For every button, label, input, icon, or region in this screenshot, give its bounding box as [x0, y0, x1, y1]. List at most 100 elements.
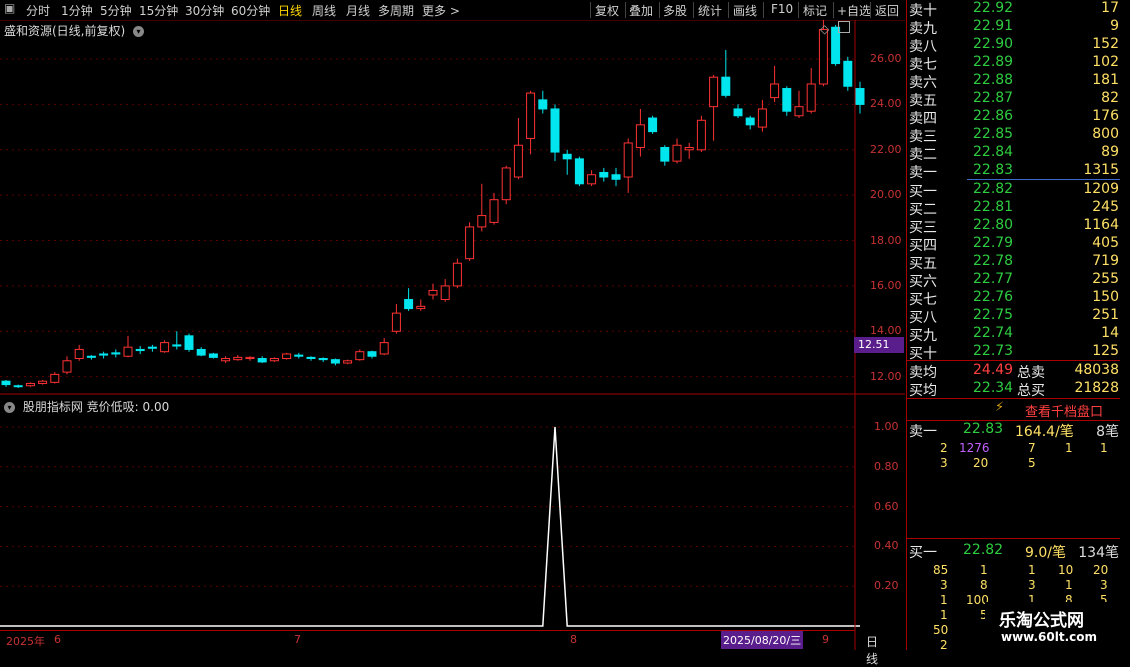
- candles-group: [1, 20, 865, 388]
- sell-level-4[interactable]: 卖七 22.89 102: [907, 54, 1121, 73]
- level-price: 22.83: [973, 162, 1014, 178]
- tool-button-7[interactable]: +自选: [837, 2, 871, 19]
- candle-body: [330, 359, 340, 364]
- buy-level-2[interactable]: 买二 22.81 245: [907, 199, 1121, 218]
- candle-body: [501, 167, 511, 201]
- date-label: 7: [294, 633, 301, 646]
- tool-button-2[interactable]: 多股: [663, 2, 687, 19]
- buy-level-6[interactable]: 买六 22.77 255: [907, 271, 1121, 290]
- indicator-tick-label: 0.60: [874, 499, 899, 513]
- sell-level-7[interactable]: 卖四 22.86 176: [907, 108, 1121, 127]
- sell-level-9[interactable]: 卖二 22.84 89: [907, 144, 1121, 163]
- candle-body: [196, 348, 206, 356]
- depth-link[interactable]: 查看千档盘口: [1025, 401, 1103, 420]
- candle-body: [599, 171, 609, 178]
- avg-buy-row: 买均 22.34 总买 21828: [909, 380, 1119, 399]
- candle-body: [757, 108, 767, 128]
- tool-button-3[interactable]: 统计: [698, 2, 722, 19]
- indicator-dropdown-icon[interactable]: ▾: [4, 402, 15, 413]
- period-tab-10[interactable]: 更多 >: [422, 2, 460, 19]
- candle-body: [50, 373, 60, 383]
- period-tab-5[interactable]: 60分钟: [231, 2, 270, 19]
- indicator-line: [0, 426, 860, 627]
- level-label: 卖十: [909, 3, 937, 19]
- candle-body: [770, 83, 780, 99]
- buy-level-7[interactable]: 买七 22.76 150: [907, 289, 1121, 308]
- period-tab-3[interactable]: 15分钟: [139, 2, 178, 19]
- candle-body: [696, 119, 706, 151]
- window-toggle-icon[interactable]: [838, 21, 850, 33]
- buy-level-1[interactable]: 买一 22.82 1209: [907, 181, 1121, 200]
- diamond-icon[interactable]: ◇: [820, 22, 829, 36]
- period-toolbar: ▣ 分时 1分钟 5分钟 15分钟 30分钟 60分钟 日线 周线 月线 多周期…: [0, 0, 905, 21]
- candle-body: [172, 344, 182, 347]
- queue-cell: 3: [1100, 578, 1108, 592]
- kline-chart[interactable]: [0, 20, 905, 650]
- level-label: 卖六: [909, 75, 937, 91]
- tool-button-5[interactable]: F10: [771, 2, 793, 16]
- queue-cell: 85: [933, 563, 949, 577]
- sell-level-1[interactable]: 卖十 22.92 17: [907, 0, 1121, 19]
- level-price: 22.78: [973, 253, 1014, 269]
- candle-body: [428, 289, 438, 296]
- tool-button-0[interactable]: 复权: [595, 2, 619, 19]
- period-tab-1[interactable]: 1分钟: [61, 2, 93, 19]
- current-price-tag: 12.51: [854, 337, 904, 353]
- period-tab-0[interactable]: 分时: [26, 2, 50, 19]
- side-info-strip: [1120, 0, 1130, 650]
- candle-body: [855, 88, 865, 105]
- period-tab-2[interactable]: 5分钟: [100, 2, 132, 19]
- candle-body: [538, 99, 548, 110]
- candle-body: [221, 358, 231, 362]
- period-tab-6[interactable]: 日线: [278, 2, 302, 19]
- tool-button-1[interactable]: 叠加: [629, 2, 653, 19]
- watermark-logo: 乐淘公式网 www.60lt.com: [985, 602, 1125, 648]
- queue-cell: 1: [1065, 441, 1073, 455]
- queue-cell: 3: [940, 578, 948, 592]
- sell-level-8[interactable]: 卖三 22.85 800: [907, 126, 1121, 145]
- level-label: 买一: [909, 184, 937, 200]
- level-price: 22.77: [973, 271, 1014, 287]
- level-volume: 251: [1092, 307, 1119, 323]
- candle-body: [745, 117, 755, 126]
- level-price: 22.87: [973, 90, 1014, 106]
- buy-level-4[interactable]: 买四 22.79 405: [907, 235, 1121, 254]
- order-book: 卖十 22.92 17 卖九 22.91 9 卖八 22.90 152 卖七 22.89 102 卖六 2…: [906, 0, 1130, 652]
- candle-body: [477, 215, 487, 228]
- candle-body: [282, 353, 292, 360]
- queue-cell: 50: [933, 623, 949, 637]
- buy-level-9[interactable]: 买九 22.74 14: [907, 325, 1121, 344]
- tool-button-8[interactable]: 返回: [875, 2, 899, 19]
- candle-body: [269, 358, 279, 362]
- buy-level-10[interactable]: 买十 22.73 125: [907, 343, 1121, 362]
- level-label: 卖九: [909, 21, 937, 37]
- candle-body: [806, 83, 816, 112]
- buy-level-5[interactable]: 买五 22.78 719: [907, 253, 1121, 272]
- candle-body: [343, 360, 353, 364]
- candle-body: [440, 285, 450, 301]
- period-tab-9[interactable]: 多周期: [378, 2, 414, 19]
- sell-level-2[interactable]: 卖九 22.91 9: [907, 18, 1121, 37]
- sell-level-3[interactable]: 卖八 22.90 152: [907, 36, 1121, 55]
- buy-level-3[interactable]: 买三 22.80 1164: [907, 217, 1121, 236]
- buy-level-8[interactable]: 买八 22.75 251: [907, 307, 1121, 326]
- period-tab-4[interactable]: 30分钟: [185, 2, 224, 19]
- tool-button-6[interactable]: 标记: [803, 2, 827, 19]
- price-tick-label: 16.00: [870, 278, 902, 292]
- queue-cell: 1: [1028, 563, 1036, 577]
- level-volume: 125: [1092, 343, 1119, 359]
- sell-level-10[interactable]: 卖一 22.83 1315: [907, 162, 1121, 181]
- sell-level-5[interactable]: 卖六 22.88 181: [907, 72, 1121, 91]
- menu-icon[interactable]: ▣: [4, 1, 15, 15]
- dropdown-icon[interactable]: ▾: [133, 26, 145, 37]
- candle-body: [648, 117, 658, 133]
- level-price: 22.85: [973, 126, 1014, 142]
- price-tick-label: 12.00: [870, 369, 902, 383]
- tool-button-4[interactable]: 画线: [733, 2, 757, 19]
- period-tab-8[interactable]: 月线: [346, 2, 370, 19]
- queue-cell: 3: [1028, 578, 1036, 592]
- level-volume: 150: [1092, 289, 1119, 305]
- sell-level-6[interactable]: 卖五 22.87 82: [907, 90, 1121, 109]
- period-tab-7[interactable]: 周线: [312, 2, 336, 19]
- level-volume: 255: [1092, 271, 1119, 287]
